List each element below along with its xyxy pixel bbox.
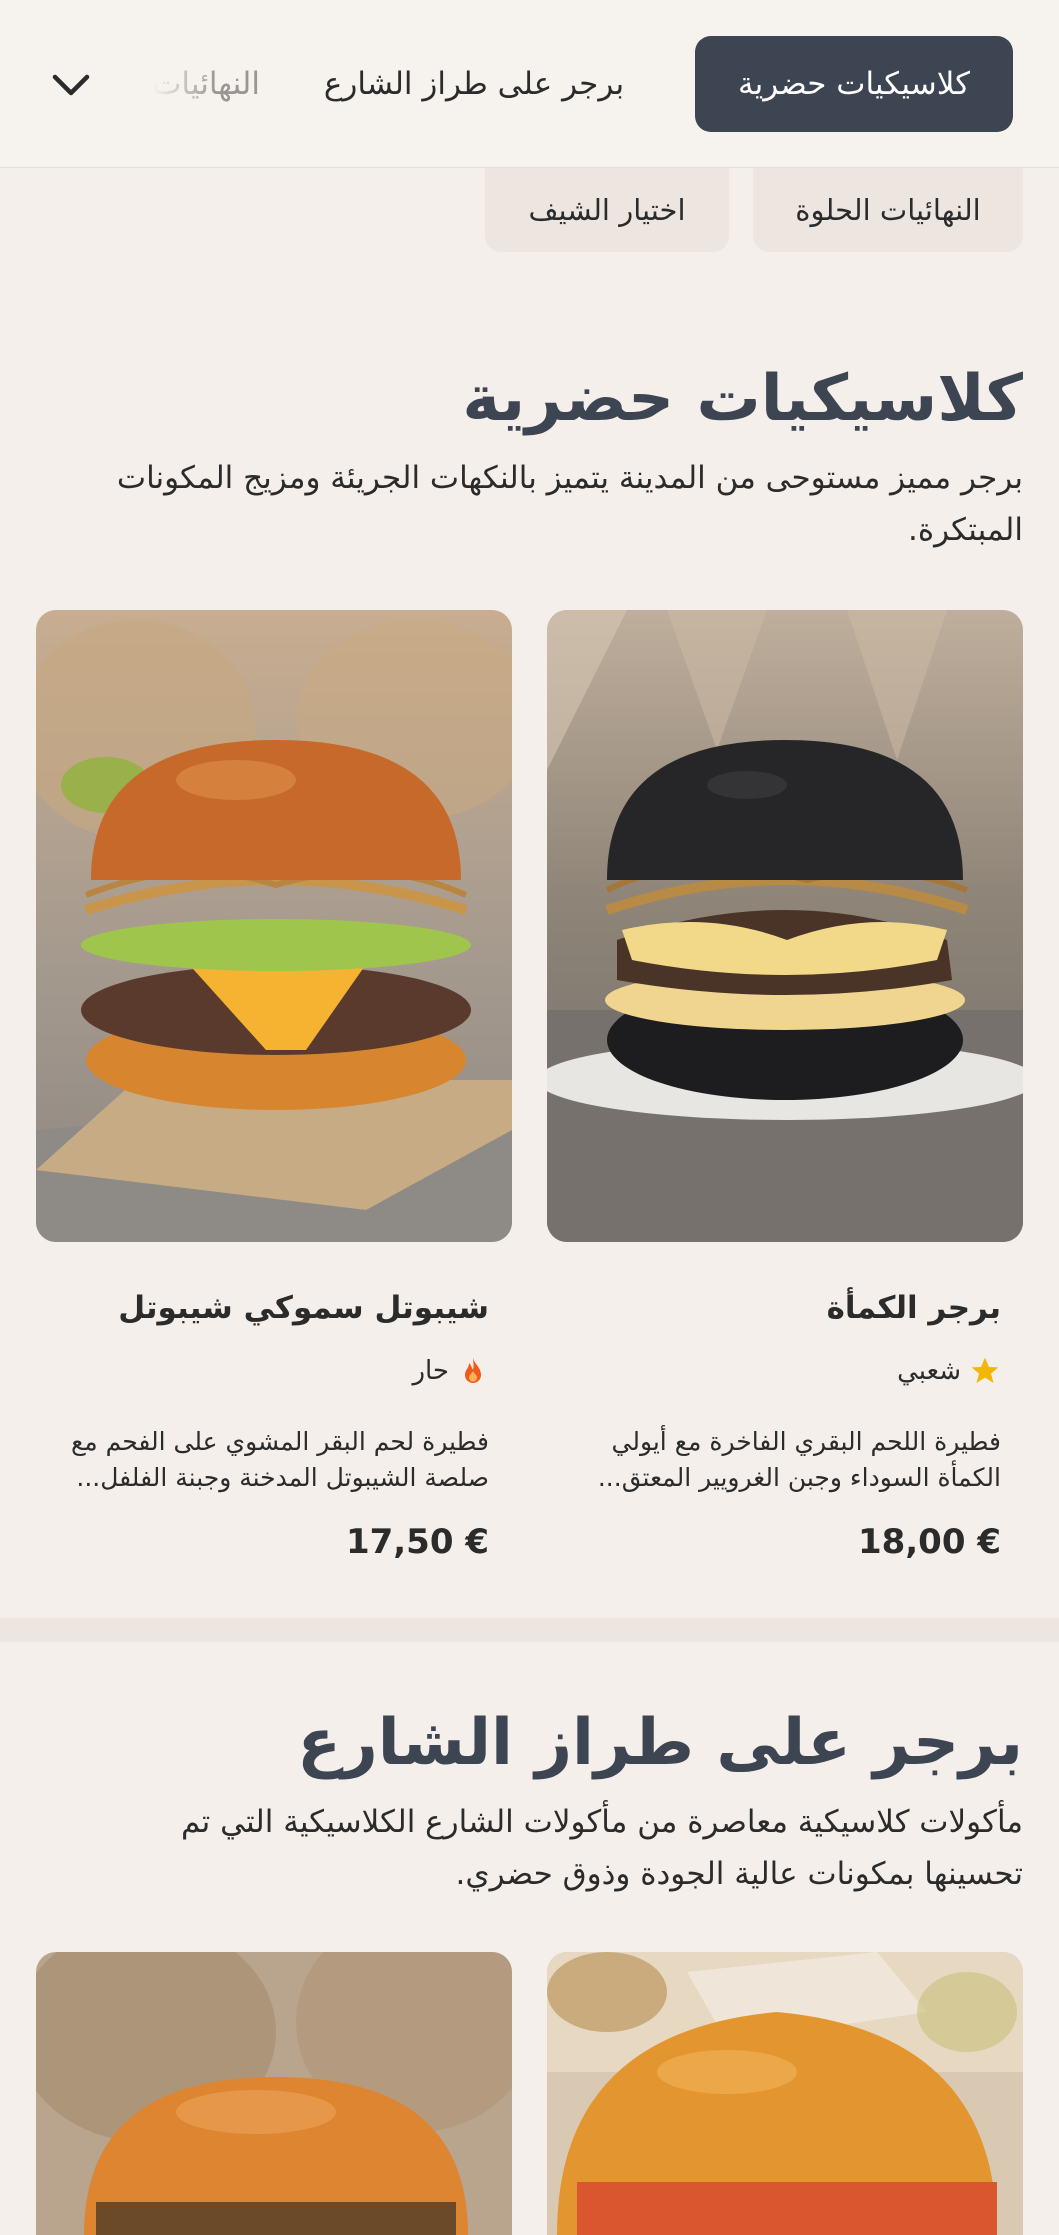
item-tag: شعبي: [897, 1355, 1001, 1387]
category-bar: كلاسيكيات حضرية برجر على طراز الشارع الن…: [0, 0, 1059, 168]
item-description: فطيرة اللحم البقري الفاخرة مع أيولي الكم…: [597, 1427, 1001, 1492]
street-burger-image[interactable]: [547, 1952, 1023, 2235]
item-price: 17,50 €: [345, 1522, 489, 1562]
tab-sweet-endings[interactable]: النهائيات: [110, 36, 260, 132]
star-icon: [971, 1357, 999, 1383]
chevron-down-icon[interactable]: [46, 60, 96, 110]
item-tag: حار: [412, 1355, 489, 1387]
tab-street-burgers[interactable]: برجر على طراز الشارع: [309, 36, 639, 132]
item-tag-label: شعبي: [897, 1356, 961, 1386]
section-description: مأكولات كلاسيكية معاصرة من مأكولات الشار…: [181, 1804, 1023, 1892]
section-title-street-burgers: برجر على طراز الشارع: [297, 1706, 1023, 1780]
section-title-urban-classics: كلاسيكيات حضرية: [462, 362, 1023, 436]
item-price: 18,00 €: [857, 1522, 1001, 1562]
item-description: فطيرة لحم البقر المشوي على الفحم مع صلصة…: [70, 1427, 489, 1492]
item-tag-label: حار: [412, 1356, 449, 1386]
tab-sweet-endings-label: النهائيات: [152, 66, 260, 102]
fire-icon: [465, 1357, 481, 1383]
tab-urban-classics[interactable]: كلاسيكيات حضرية: [695, 36, 1013, 132]
section-divider: [0, 1618, 1059, 1642]
chip-chefs-choice[interactable]: اختيار الشيف: [485, 168, 729, 252]
truffle-burger-image[interactable]: [547, 610, 1023, 1242]
street-burger-image[interactable]: [36, 1952, 512, 2235]
section-description: برجر مميز مستوحى من المدينة يتميز بالنكه…: [116, 460, 1023, 548]
item-name: شيبوتل سموكي شيبوتل: [118, 1290, 489, 1326]
chip-sweet-endings[interactable]: النهائيات الحلوة: [753, 168, 1023, 252]
smoky-chipotle-burger-image[interactable]: [36, 610, 512, 1242]
item-name: برجر الكمأة: [826, 1290, 1001, 1326]
